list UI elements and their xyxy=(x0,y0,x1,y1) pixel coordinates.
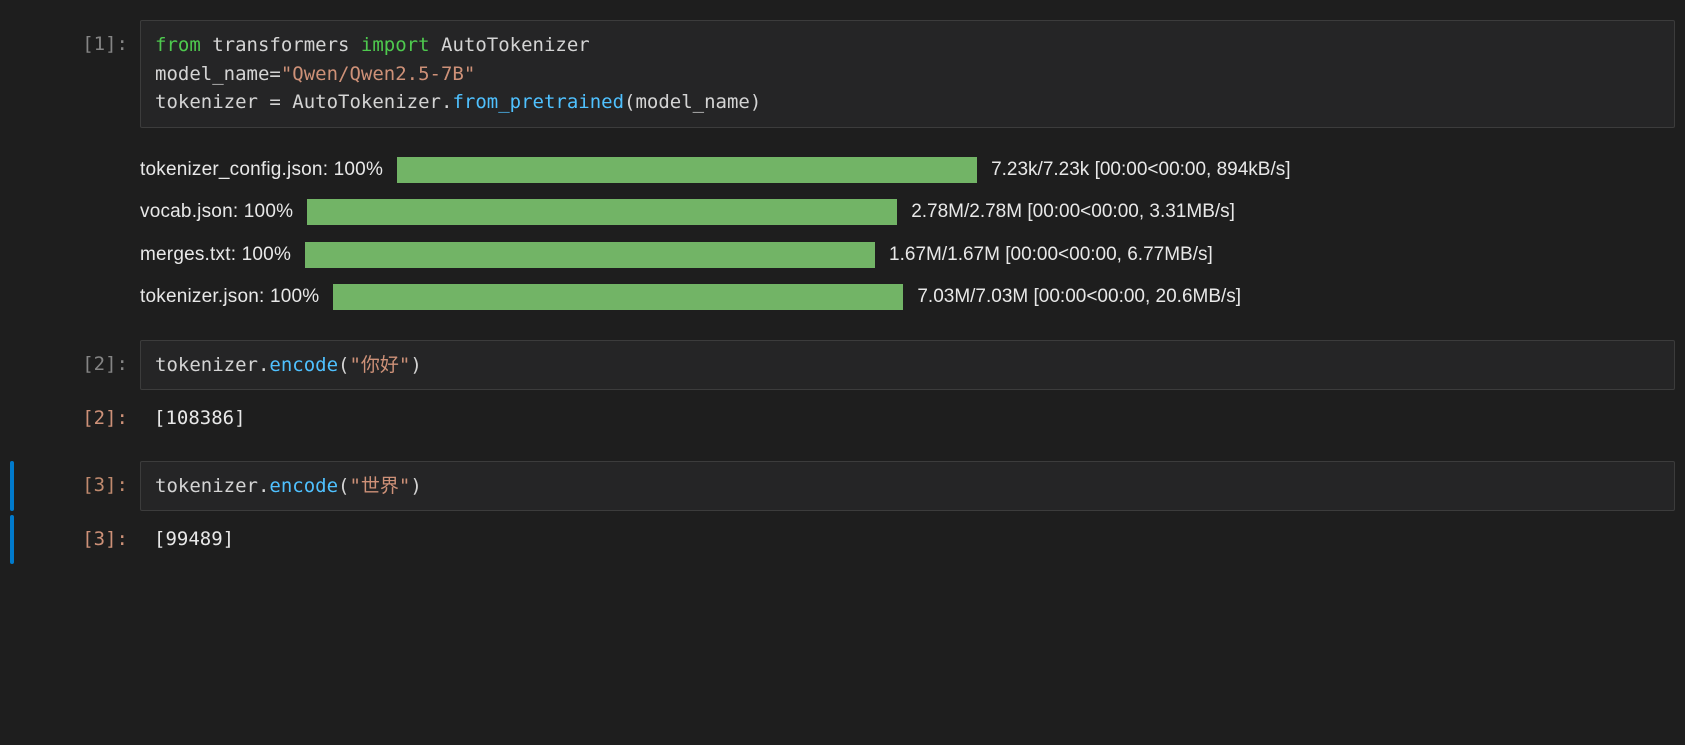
progress-fill xyxy=(397,157,977,183)
module-name: transformers xyxy=(201,34,361,56)
paren: ( xyxy=(338,354,349,376)
progress-bar xyxy=(307,199,897,225)
var-name: model_name xyxy=(155,63,269,85)
keyword-import: import xyxy=(361,34,430,56)
download-stats: 2.78M/2.78M [00:00<00:00, 3.31MB/s] xyxy=(911,198,1235,227)
download-label: vocab.json: 100% xyxy=(140,198,293,227)
expr: AutoTokenizer. xyxy=(281,91,453,113)
expr: (model_name) xyxy=(624,91,761,113)
string-literal: "世界" xyxy=(349,475,410,497)
prompt-label: [3]: xyxy=(0,461,140,500)
paren: ) xyxy=(410,354,421,376)
download-label: tokenizer_config.json: 100% xyxy=(140,156,383,185)
keyword-from: from xyxy=(155,34,201,56)
download-row: merges.txt: 100% 1.67M/1.67M [00:00<00:00… xyxy=(140,241,1675,270)
class-name: AutoTokenizer xyxy=(430,34,590,56)
progress-fill xyxy=(307,199,897,225)
paren: ( xyxy=(338,475,349,497)
progress-fill xyxy=(333,284,903,310)
download-output: tokenizer_config.json: 100% 7.23k/7.23k [… xyxy=(140,132,1675,336)
operator: = xyxy=(269,63,280,85)
output-text: [108386] xyxy=(140,394,1685,443)
code-editor[interactable]: from transformers import AutoTokenizer m… xyxy=(140,20,1675,128)
progress-bar xyxy=(305,242,875,268)
download-row: vocab.json: 100% 2.78M/2.78M [00:00<00:00… xyxy=(140,198,1675,227)
expr: tokenizer. xyxy=(155,354,269,376)
prompt-label: [2]: xyxy=(0,340,140,379)
output-cell-1: tokenizer_config.json: 100% 7.23k/7.23k [… xyxy=(0,132,1685,336)
prompt-spacer xyxy=(0,132,140,142)
input-cell-1: [1]: from transformers import AutoTokeni… xyxy=(0,20,1685,128)
code-editor[interactable]: tokenizer.encode("你好") xyxy=(140,340,1675,391)
operator: = xyxy=(269,91,280,113)
func-name: encode xyxy=(269,475,338,497)
download-stats: 7.03M/7.03M [00:00<00:00, 20.6MB/s] xyxy=(917,283,1241,312)
paren: ) xyxy=(410,475,421,497)
prompt-label-output: [2]: xyxy=(0,394,140,433)
download-stats: 1.67M/1.67M [00:00<00:00, 6.77MB/s] xyxy=(889,241,1213,270)
string-literal: "Qwen/Qwen2.5-7B" xyxy=(281,63,475,85)
download-label: merges.txt: 100% xyxy=(140,241,291,270)
output-cell-3: [3]: [99489] xyxy=(0,515,1685,564)
output-cell-2: [2]: [108386] xyxy=(0,394,1685,443)
func-name: from_pretrained xyxy=(452,91,624,113)
var-name: tokenizer xyxy=(155,91,269,113)
string-literal: "你好" xyxy=(349,354,410,376)
progress-bar xyxy=(333,284,903,310)
input-cell-2: [2]: tokenizer.encode("你好") xyxy=(0,340,1685,391)
download-label: tokenizer.json: 100% xyxy=(140,283,319,312)
progress-fill xyxy=(305,242,875,268)
download-row: tokenizer.json: 100% 7.03M/7.03M [00:00<0… xyxy=(140,283,1675,312)
active-indicator-icon xyxy=(10,461,14,512)
output-text: [99489] xyxy=(140,515,1685,564)
input-cell-3: [3]: tokenizer.encode("世界") xyxy=(0,461,1685,512)
func-name: encode xyxy=(269,354,338,376)
prompt-label-output: [3]: xyxy=(0,515,140,554)
download-stats: 7.23k/7.23k [00:00<00:00, 894kB/s] xyxy=(991,156,1290,185)
code-editor[interactable]: tokenizer.encode("世界") xyxy=(140,461,1675,512)
download-row: tokenizer_config.json: 100% 7.23k/7.23k [… xyxy=(140,156,1675,185)
expr: tokenizer. xyxy=(155,475,269,497)
prompt-label: [1]: xyxy=(0,20,140,59)
progress-bar xyxy=(397,157,977,183)
active-indicator-icon xyxy=(10,515,14,564)
